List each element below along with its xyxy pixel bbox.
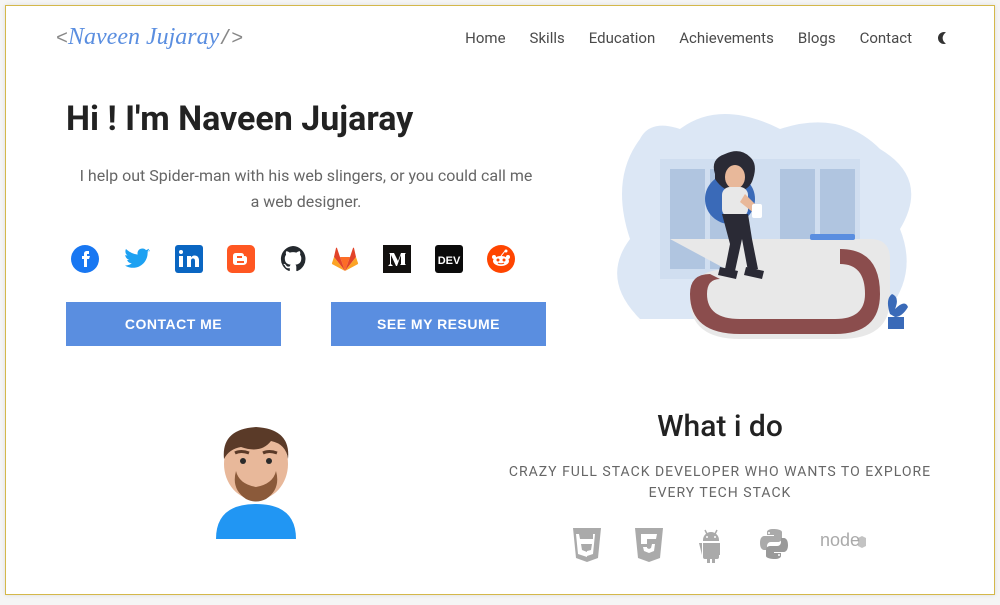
nav-contact[interactable]: Contact bbox=[860, 29, 912, 47]
svg-text:DEV: DEV bbox=[438, 255, 461, 267]
nav-education[interactable]: Education bbox=[589, 29, 656, 47]
hero-title: Hi ! I'm Naveen Jujaray bbox=[66, 99, 546, 139]
logo-text: Naveen Jujaray bbox=[68, 24, 219, 50]
nav-blogs[interactable]: Blogs bbox=[798, 29, 836, 47]
python-icon bbox=[756, 526, 792, 568]
linkedin-icon[interactable] bbox=[174, 244, 204, 274]
css3-icon bbox=[632, 526, 666, 568]
facebook-icon[interactable] bbox=[70, 244, 100, 274]
gitlab-icon[interactable] bbox=[330, 244, 360, 274]
nav-skills[interactable]: Skills bbox=[530, 29, 565, 47]
tech-icons: node bbox=[486, 526, 954, 568]
avatar-illustration bbox=[191, 409, 321, 539]
social-links: DEV bbox=[66, 244, 546, 274]
dev-icon[interactable]: DEV bbox=[434, 244, 464, 274]
hero-section: Hi ! I'm Naveen Jujaray I help out Spide… bbox=[6, 69, 994, 389]
nav: Home Skills Education Achievements Blogs… bbox=[465, 29, 954, 47]
contact-button[interactable]: CONTACT ME bbox=[66, 302, 281, 346]
nav-home[interactable]: Home bbox=[465, 29, 505, 47]
reddit-icon[interactable] bbox=[486, 244, 516, 274]
whatido-subtitle: CRAZY FULL STACK DEVELOPER WHO WANTS TO … bbox=[486, 462, 954, 504]
blogger-icon[interactable] bbox=[226, 244, 256, 274]
html5-icon bbox=[570, 526, 604, 568]
whatido-title: What i do bbox=[486, 409, 954, 444]
svg-text:node: node bbox=[820, 530, 860, 550]
node-icon: node bbox=[820, 526, 870, 568]
logo[interactable]: <Naveen Jujaray/> bbox=[56, 24, 243, 51]
dark-mode-toggle[interactable] bbox=[936, 29, 954, 47]
hero-illustration bbox=[580, 99, 940, 379]
android-icon bbox=[694, 526, 728, 568]
nav-achievements[interactable]: Achievements bbox=[679, 29, 774, 47]
github-icon[interactable] bbox=[278, 244, 308, 274]
moon-icon bbox=[936, 30, 952, 46]
medium-icon[interactable] bbox=[382, 244, 412, 274]
twitter-icon[interactable] bbox=[122, 244, 152, 274]
whatido-section: What i do CRAZY FULL STACK DEVELOPER WHO… bbox=[6, 389, 994, 568]
hero-subtitle: I help out Spider-man with his web sling… bbox=[66, 163, 546, 214]
resume-button[interactable]: SEE MY RESUME bbox=[331, 302, 546, 346]
header: <Naveen Jujaray/> Home Skills Education … bbox=[6, 6, 994, 69]
